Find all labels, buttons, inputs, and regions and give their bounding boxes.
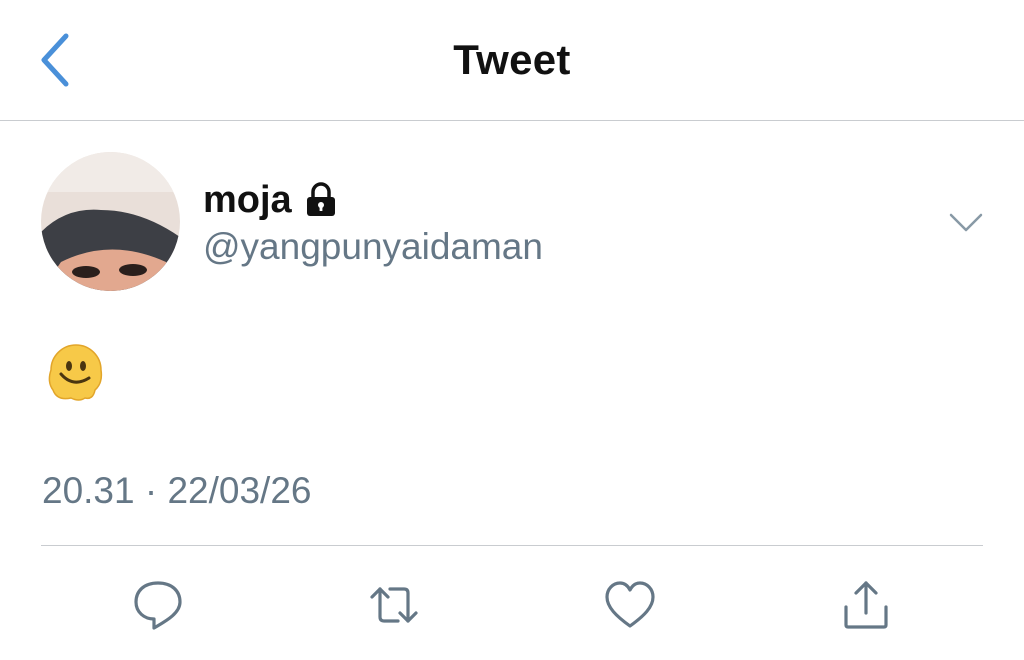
tweet-timestamp[interactable]: 20.31 · 22/03/26 [42,470,312,512]
divider [41,545,983,546]
chevron-down-icon [949,213,983,232]
header-bar: Tweet [0,0,1024,121]
tweet-content: 🫠 [43,338,109,404]
author-handle[interactable]: @yangpunyaidaman [203,226,543,268]
retweet-icon [370,587,418,623]
reply-icon [134,581,182,630]
heart-icon [605,581,655,628]
author-name-row: moja [203,176,340,224]
retweet-button[interactable] [366,577,422,633]
share-icon [844,581,888,629]
page-title: Tweet [453,36,571,83]
display-name[interactable]: moja [203,179,292,222]
avatar[interactable] [41,152,180,291]
like-button[interactable] [602,577,658,633]
share-button[interactable] [838,577,894,633]
lock-icon [306,182,335,216]
melting-face-emoji [48,344,103,401]
reply-button[interactable] [130,577,186,633]
more-options-button[interactable] [946,205,986,239]
